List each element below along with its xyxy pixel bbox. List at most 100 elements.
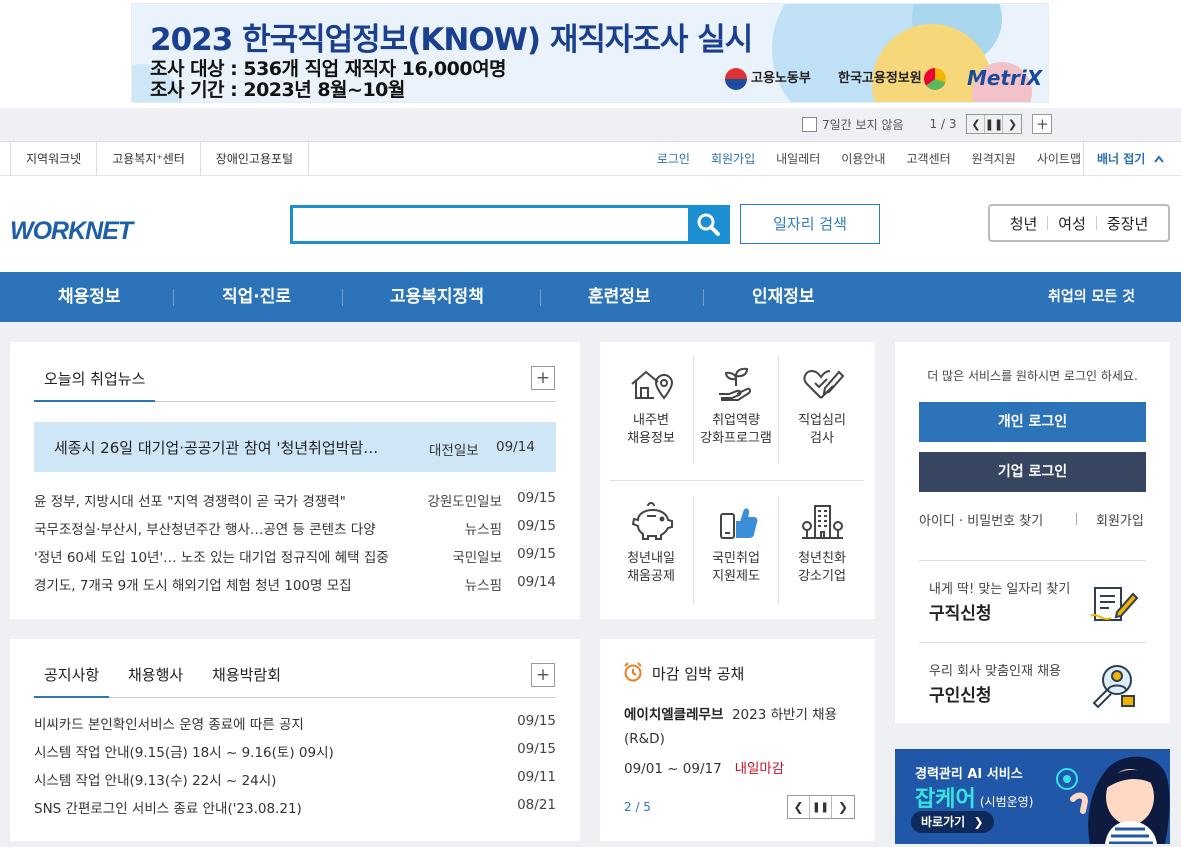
document-pen-icon <box>1090 587 1139 621</box>
link-regional-worknet[interactable]: 지역워크넷 <box>10 142 96 176</box>
nav-all-menu[interactable]: 취업의 모든 것 <box>1048 272 1135 322</box>
divider <box>610 480 864 481</box>
search-button[interactable] <box>688 205 730 244</box>
service-nearby-jobs[interactable]: 내주변 채용정보 <box>609 364 693 448</box>
deadline-job-title: 2023 하반기 채용 <box>731 707 838 723</box>
header: WORKNET 일자리 검색 청년 여성 중장년 <box>0 176 1181 272</box>
banner-nav: ❮ ❚❚ ❯ <box>966 114 1023 134</box>
remote-support-link[interactable]: 원격지원 <box>972 142 1016 176</box>
news-item[interactable]: 경기도, 7개국 9개 도시 해외기업 체험 청년 100명 모집 뉴스핌 09… <box>34 574 556 594</box>
service-national-employment-support[interactable]: 국민취업 지원제도 <box>694 502 778 586</box>
pause-icon[interactable]: ❚❚ <box>985 115 1004 133</box>
banner-controls: 7일간 보지 않음 1 / 3 ❮ ❚❚ ❯ + <box>802 113 1053 135</box>
news-item[interactable]: 윤 정부, 지방시대 선포 "지역 경쟁력이 곧 국가 경쟁력" 강원도민일보 … <box>34 490 556 510</box>
service-psych-test[interactable]: 직업심리 검사 <box>780 364 864 448</box>
find-id-password-link[interactable]: 아이디 · 비밀번호 찾기 <box>919 510 1043 529</box>
age-group-selector: 청년 여성 중장년 <box>988 204 1170 242</box>
news-item[interactable]: '정년 60세 도입 10년'… 노조 있는 대기업 정규직에 혜택 집중 국민… <box>34 546 556 566</box>
prev-icon[interactable]: ❮ <box>967 115 986 133</box>
utility-bar: 지역워크넷 고용복지⁺센터 장애인고용포털 로그인 회원가입 내일레터 이용안내… <box>0 141 1181 176</box>
next-icon[interactable]: ❯ <box>832 796 854 818</box>
service-label: 채용정보 <box>627 431 675 446</box>
notice-title: 비씨카드 본인확인서비스 운영 종료에 따른 공지 <box>34 717 304 733</box>
jobcare-banner[interactable]: 경력관리 AI 서비스 잡케어 (시범운영) 바로가기 ❯ <box>895 749 1170 844</box>
keis-logo: 한국고용정보원 <box>838 67 946 90</box>
notice-panel: 공지사항 채용행사 채용박람회 + 비씨카드 본인확인서비스 운영 종료에 따른… <box>10 639 580 841</box>
alarm-clock-icon <box>624 662 642 682</box>
news-featured[interactable]: 세종시 26일 대기업·공공기관 참여 '청년취업박람… 대전일보 09/14 <box>34 422 556 472</box>
sitemap-link[interactable]: 사이트맵 <box>1037 142 1081 176</box>
signup-link[interactable]: 회원가입 <box>711 142 755 176</box>
hire-apply[interactable]: 우리 회사 맞춤인재 채용 구인신청 <box>919 642 1146 722</box>
chevron-up-icon <box>1153 155 1164 163</box>
deadline-job[interactable]: 에이치엘클레무브 2023 하반기 채용 (R&D) <box>624 703 864 751</box>
family-sites: 지역워크넷 고용복지⁺센터 장애인고용포털 <box>10 142 310 176</box>
guide-link[interactable]: 이용안내 <box>841 142 885 176</box>
search-input[interactable] <box>293 208 683 241</box>
service-label: 청년내일 <box>627 551 675 566</box>
notice-more-button[interactable]: + <box>531 663 555 687</box>
age-youth[interactable]: 청년 <box>1000 213 1048 234</box>
banner-title: 2023 한국직업정보(KNOW) 재직자조사 실시 <box>150 22 753 58</box>
news-tab[interactable]: 오늘의 취업뉴스 <box>34 366 156 402</box>
nav-talent[interactable]: 인재정보 <box>752 272 815 322</box>
service-label: 강소기업 <box>798 569 846 584</box>
personal-login-button[interactable]: 개인 로그인 <box>919 402 1146 442</box>
main-navigation: 채용정보 직업·진로 고용복지정책 훈련정보 인재정보 취업의 모든 것 <box>0 272 1181 322</box>
divider <box>1076 513 1077 525</box>
letter-link[interactable]: 내일레터 <box>776 142 820 176</box>
notice-item[interactable]: 시스템 작업 안내(9.13(수) 22시 ~ 24시) 09/11 <box>34 769 556 789</box>
building-icon <box>802 505 843 539</box>
age-middle[interactable]: 중장년 <box>1097 213 1158 234</box>
nav-recruitment[interactable]: 채용정보 <box>58 272 121 322</box>
jobcare-brand-row: 잡케어 (시범운영) <box>915 781 1033 813</box>
service-label: 국민취업 <box>712 551 760 566</box>
heart-pencil-icon <box>803 369 845 399</box>
login-link[interactable]: 로그인 <box>657 142 690 176</box>
service-youth-friendly-sme[interactable]: 청년친화 강소기업 <box>780 502 864 586</box>
deadline-nav: ❮ ❚❚ ❯ <box>787 795 855 819</box>
service-label: 청년친화 <box>798 551 846 566</box>
seek-job-apply[interactable]: 내게 딱! 맞는 일자리 찾기 구직신청 <box>919 560 1146 642</box>
notice-item[interactable]: 비씨카드 본인확인서비스 운영 종료에 따른 공지 09/15 <box>34 713 556 733</box>
news-item[interactable]: 국무조정실·부산시, 부산청년주간 행사…공연 등 콘텐츠 다양 뉴스핌 09/… <box>34 518 556 538</box>
hide-7days-label[interactable]: 7일간 보지 않음 <box>822 116 904 133</box>
jobcare-cta-button[interactable]: 바로가기 ❯ <box>911 811 994 833</box>
worknet-logo[interactable]: WORKNET <box>10 217 133 246</box>
age-women[interactable]: 여성 <box>1048 213 1096 234</box>
tab-recruit-events[interactable]: 채용행사 <box>128 661 183 689</box>
nav-training[interactable]: 훈련정보 <box>588 272 651 322</box>
link-welfare-center[interactable]: 고용복지⁺센터 <box>96 142 200 176</box>
link-disabled-portal[interactable]: 장애인고용포털 <box>199 142 310 176</box>
deadline-period: 09/01 ~ 09/17 <box>624 761 722 777</box>
join-link[interactable]: 회원가입 <box>1096 510 1144 529</box>
jobcare-brand: 잡케어 <box>915 787 976 812</box>
next-icon[interactable]: ❯ <box>1003 115 1021 133</box>
deadline-panel: 마감 임박 공채 에이치엘클레무브 2023 하반기 채용 (R&D) 09/0… <box>600 639 875 841</box>
banner-fold-button[interactable]: 배너 접기 <box>1083 142 1181 176</box>
service-label: 강화프로그램 <box>700 431 772 446</box>
tab-notice[interactable]: 공지사항 <box>34 661 110 698</box>
banner-page-indicator: 1 / 3 <box>929 117 957 131</box>
notice-item[interactable]: SNS 간편로그인 서비스 종료 안내('23.08.21) 08/21 <box>34 797 556 817</box>
news-more-button[interactable]: + <box>531 366 555 390</box>
news-featured-source: 대전일보 <box>429 443 479 459</box>
tab-job-fair[interactable]: 채용박람회 <box>212 661 281 689</box>
service-label: 지원제도 <box>712 569 760 584</box>
company-login-button[interactable]: 기업 로그인 <box>919 452 1146 492</box>
banner-more-button[interactable]: + <box>1032 114 1053 134</box>
customer-center-link[interactable]: 고객센터 <box>906 142 950 176</box>
prev-icon[interactable]: ❮ <box>788 796 810 818</box>
nav-welfare-policy[interactable]: 고용복지정책 <box>390 272 484 322</box>
banner-image[interactable]: 2023 한국직업정보(KNOW) 재직자조사 실시 조사 대상 : 536개 … <box>131 3 1049 103</box>
pause-icon[interactable]: ❚❚ <box>810 796 832 818</box>
service-youth-savings[interactable]: 청년내일 채움공제 <box>609 502 693 586</box>
notice-item[interactable]: 시스템 작업 안내(9.15(금) 18시 ~ 9.16(토) 09시) 09/… <box>34 741 556 761</box>
nav-career[interactable]: 직업·진로 <box>222 272 291 322</box>
service-employability-program[interactable]: 취업역량 강화프로그램 <box>694 364 778 448</box>
moel-logo-text: 고용노동부 <box>751 71 811 86</box>
notice-title: SNS 간편로그인 서비스 종료 안내('23.08.21) <box>34 801 302 817</box>
job-search-button[interactable]: 일자리 검색 <box>740 204 880 244</box>
hide-7days-checkbox[interactable] <box>802 116 817 132</box>
notice-date: 08/21 <box>517 797 556 813</box>
